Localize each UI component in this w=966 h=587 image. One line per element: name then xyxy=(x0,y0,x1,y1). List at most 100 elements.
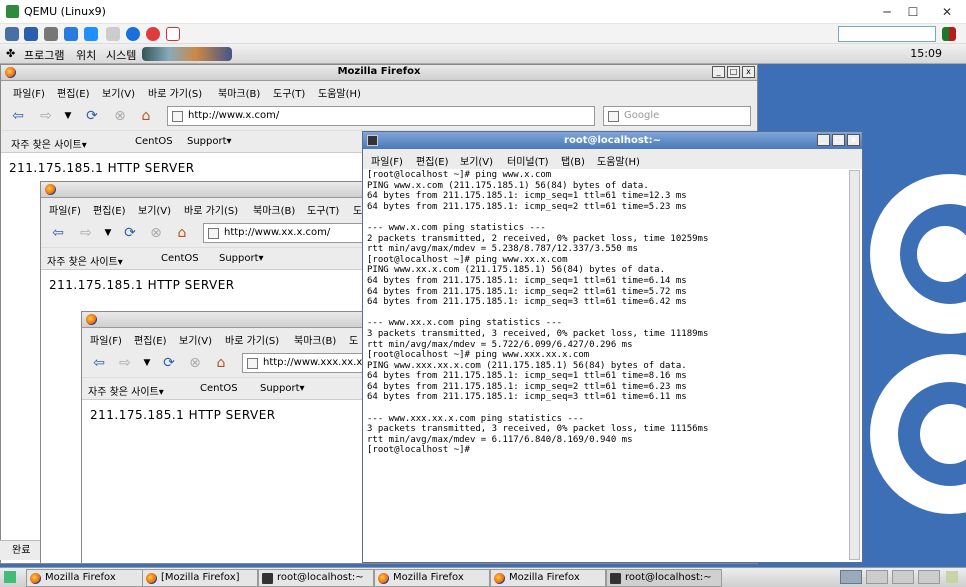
menu-tools[interactable]: 도 xyxy=(349,332,358,347)
task-terminal-1[interactable]: root@localhost:~ xyxy=(258,569,374,587)
windows-icon[interactable] xyxy=(84,27,98,41)
close-button[interactable]: ✕ xyxy=(934,3,960,21)
menu-edit[interactable]: 편집(E) xyxy=(416,153,449,168)
menu-programs[interactable]: 프로그램 xyxy=(24,47,64,63)
menu-go[interactable]: 바로 가기(S) xyxy=(225,332,279,347)
menu-help[interactable]: 도 xyxy=(353,202,362,217)
menu-file[interactable]: 파일(F) xyxy=(49,202,81,217)
reload-icon[interactable]: ⟳ xyxy=(160,354,178,372)
menu-edit[interactable]: 편집(E) xyxy=(57,85,90,100)
close-button[interactable]: x xyxy=(847,134,860,146)
url-bar[interactable]: http://www.xx.x.com/ xyxy=(203,223,383,243)
task-firefox-2[interactable]: [Mozilla Firefox] xyxy=(142,569,258,587)
menu-view[interactable]: 보기(V) xyxy=(460,153,493,168)
menu-bookmarks[interactable]: 북마크(B) xyxy=(294,332,336,347)
maximize-button[interactable]: ☐ xyxy=(900,3,926,21)
menu-tools[interactable]: 도구(T) xyxy=(273,85,305,100)
info-icon[interactable] xyxy=(126,27,140,41)
trash-icon[interactable] xyxy=(946,571,958,583)
task-firefox-3[interactable]: Mozilla Firefox xyxy=(374,569,490,587)
task-firefox-4[interactable]: Mozilla Firefox xyxy=(490,569,606,587)
home-icon[interactable]: ⌂ xyxy=(212,354,230,372)
settings-icon[interactable] xyxy=(5,27,19,41)
forward-icon[interactable]: ⇨ xyxy=(37,107,55,125)
forward-icon[interactable]: ⇨ xyxy=(116,354,134,372)
bookmark-support[interactable]: Support▾ xyxy=(260,383,305,394)
qemu-input[interactable] xyxy=(838,26,936,42)
menu-system[interactable]: 시스템 xyxy=(106,47,136,63)
menu-bookmarks[interactable]: 북마크(B) xyxy=(218,85,260,100)
bookmark-centos[interactable]: CentOS xyxy=(161,253,199,264)
workspace-switcher-1[interactable] xyxy=(840,570,862,584)
terminal-output[interactable]: [root@localhost ~]# ping www.x.com PING … xyxy=(367,170,847,560)
menu-go[interactable]: 바로 가기(S) xyxy=(148,85,202,100)
reload-icon[interactable]: ⟳ xyxy=(121,224,139,242)
menu-help[interactable]: 도움말(H) xyxy=(597,153,640,168)
menu-bar: 파일(F) 편집(E) 보기(V) 바로 가기(S) 북마크(B) 도 xyxy=(82,328,380,348)
workspace-switcher-4[interactable] xyxy=(918,570,940,584)
bookmark-support[interactable]: Support▾ xyxy=(219,253,264,264)
menu-view[interactable]: 보기(V) xyxy=(102,85,135,100)
bookmark-most-visited[interactable]: 자주 찾은 사이트▾ xyxy=(11,136,87,151)
apps-icon[interactable]: ✤ xyxy=(6,47,15,60)
bookmarks-toolbar: 자주 찾은 사이트▾ CentOS Support▾ xyxy=(41,248,379,270)
menu-file[interactable]: 파일(F) xyxy=(90,332,122,347)
menu-edit[interactable]: 편집(E) xyxy=(134,332,167,347)
home-icon[interactable]: ⌂ xyxy=(137,107,155,125)
launcher-icons[interactable] xyxy=(142,47,232,61)
workspace-switcher-2[interactable] xyxy=(866,570,888,584)
menu-help[interactable]: 도움말(H) xyxy=(318,85,361,100)
task-terminal-2[interactable]: root@localhost:~ xyxy=(606,569,722,587)
back-icon[interactable]: ⇦ xyxy=(49,224,67,242)
history-dropdown-icon[interactable]: ▼ xyxy=(59,107,77,125)
stop-icon[interactable]: ⊗ xyxy=(186,354,204,372)
search-input[interactable]: Google xyxy=(603,106,751,126)
stop-icon[interactable] xyxy=(146,27,160,41)
qemu-app-icon xyxy=(6,5,19,18)
bookmark-centos[interactable]: CentOS xyxy=(200,383,238,394)
page-content: 211.175.185.1 HTTP SERVER xyxy=(82,400,380,560)
shutdown-icon[interactable] xyxy=(166,27,180,41)
forward-icon[interactable]: ⇨ xyxy=(77,224,95,242)
menu-file[interactable]: 파일(F) xyxy=(13,85,45,100)
minimize-button[interactable]: ─ xyxy=(874,3,900,21)
menu-tabs[interactable]: 탭(B) xyxy=(561,153,585,168)
back-icon[interactable]: ⇦ xyxy=(90,354,108,372)
menu-edit[interactable]: 편집(E) xyxy=(93,202,126,217)
url-bar[interactable]: http://www.x.com/ xyxy=(167,106,595,126)
show-desktop-icon[interactable] xyxy=(4,571,16,583)
url-bar[interactable]: http://www.xxx.xx.x xyxy=(242,353,382,373)
close-button[interactable]: x xyxy=(742,66,755,78)
menu-view[interactable]: 보기(V) xyxy=(179,332,212,347)
menu-places[interactable]: 위치 xyxy=(76,47,96,63)
bookmark-most-visited[interactable]: 자주 찾은 사이트▾ xyxy=(47,253,123,268)
minimize-button[interactable]: _ xyxy=(712,66,725,78)
stop-icon[interactable]: ⊗ xyxy=(111,107,129,125)
terminal-scrollbar[interactable] xyxy=(849,170,860,560)
stop-icon[interactable]: ⊗ xyxy=(147,224,165,242)
home-icon[interactable]: ⌂ xyxy=(173,224,191,242)
maximize-button[interactable]: □ xyxy=(832,134,845,146)
bookmark-most-visited[interactable]: 자주 찾은 사이트▾ xyxy=(88,383,164,398)
menu-terminal[interactable]: 터미널(T) xyxy=(507,153,549,168)
menu-view[interactable]: 보기(V) xyxy=(138,202,171,217)
menu-bookmarks[interactable]: 북마크(B) xyxy=(253,202,295,217)
reload-icon[interactable]: ⟳ xyxy=(83,107,101,125)
gear-icon[interactable] xyxy=(44,27,58,41)
bookmark-support[interactable]: Support▾ xyxy=(187,136,232,147)
menu-go[interactable]: 바로 가기(S) xyxy=(184,202,238,217)
task-firefox-1[interactable]: Mozilla Firefox xyxy=(26,569,144,587)
workspace-switcher-3[interactable] xyxy=(892,570,914,584)
fullscreen-icon[interactable] xyxy=(24,27,38,41)
refresh-icon[interactable] xyxy=(64,27,78,41)
history-dropdown-icon[interactable]: ▼ xyxy=(138,354,156,372)
menu-tools[interactable]: 도구(T) xyxy=(307,202,339,217)
maximize-button[interactable]: □ xyxy=(727,66,740,78)
bookmark-centos[interactable]: CentOS xyxy=(135,136,173,147)
task-label: root@localhost:~ xyxy=(625,572,712,583)
history-dropdown-icon[interactable]: ▼ xyxy=(99,224,117,242)
terminal-icon[interactable] xyxy=(106,27,120,41)
minimize-button[interactable]: _ xyxy=(817,134,830,146)
menu-file[interactable]: 파일(F) xyxy=(371,153,403,168)
back-icon[interactable]: ⇦ xyxy=(9,107,27,125)
